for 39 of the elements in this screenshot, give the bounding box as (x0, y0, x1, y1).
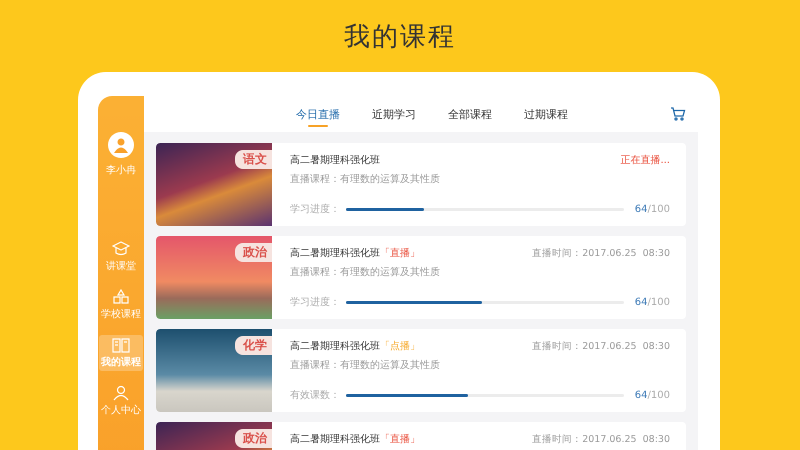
progress-reading: 64/100 (634, 390, 670, 400)
broadcast-time: 直播时间：2017.06.25 08:30 (532, 432, 670, 446)
course-card[interactable]: 政治 高二暑期理科强化班「直播」 直播时间：2017.06.25 08:30 直播课程：有理数的运算及其性质 学习进度： 64/100 (156, 236, 686, 319)
course-title: 高二暑期理科强化班 (290, 246, 380, 260)
course-type-tag: 「点播」 (380, 339, 420, 353)
course-subtitle: 直播课程：有理数的运算及其性质 (290, 172, 441, 186)
course-type-tag: 「直播」 (380, 432, 420, 446)
page-title: 我的课程 (344, 20, 456, 54)
course-card[interactable]: 化学 高二暑期理科强化班「点播」 直播时间：2017.06.25 08:30 直播课程：有理数的运算及其性质 有效课数： 64/100 (156, 329, 686, 412)
subject-label: 语文 (235, 150, 272, 169)
course-title: 高二暑期理科强化班 (290, 154, 380, 167)
user-name: 李小冉 (106, 164, 136, 177)
tab[interactable]: 全部课程 (446, 100, 494, 128)
book-icon (112, 337, 130, 353)
subject-label: 化学 (235, 336, 272, 355)
course-title: 高二暑期理科强化班 (290, 340, 380, 353)
progress-label: 学习进度： (290, 296, 336, 309)
shapes-icon (112, 289, 130, 305)
course-card[interactable]: 语文 高二暑期理科强化班 正在直播... 直播课程：有理数的运算及其性质 学习进度： 64/100 (156, 143, 686, 226)
course-subtitle: 直播课程：有理数的运算及其性质 (290, 266, 441, 279)
graduation-cap-icon (112, 241, 130, 257)
tab[interactable]: 过期课程 (522, 100, 570, 128)
course-type-tag: 「直播」 (380, 246, 420, 260)
live-status: 正在直播... (620, 154, 670, 167)
progress-reading: 64/100 (634, 204, 670, 214)
broadcast-time: 直播时间：2017.06.25 08:30 (532, 340, 670, 352)
course-card[interactable]: 政治 高二暑期理科强化班「直播」 直播时间：2017.06.25 08:30 (156, 422, 686, 450)
broadcast-time: 直播时间：2017.06.25 08:30 (532, 246, 670, 260)
progress-reading: 64/100 (634, 296, 670, 308)
person-icon (112, 385, 130, 401)
progress-label: 有效课数： (290, 389, 336, 402)
tab[interactable]: 今日直播 (294, 100, 342, 128)
tab[interactable]: 近期学习 (370, 100, 418, 128)
course-title: 高二暑期理科强化班 (290, 432, 380, 446)
cart-icon[interactable] (670, 107, 686, 121)
progress-label: 学习进度： (290, 202, 336, 216)
subject-label: 政治 (235, 243, 272, 262)
subject-label: 政治 (235, 429, 272, 448)
course-subtitle: 直播课程：有理数的运算及其性质 (290, 358, 441, 372)
